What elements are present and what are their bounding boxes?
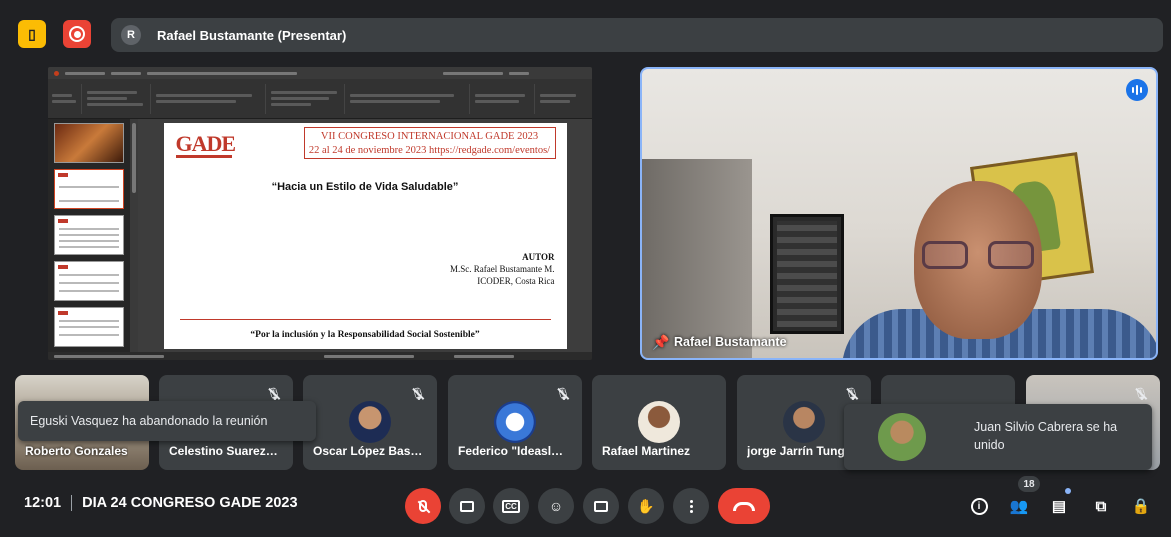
speaker-name-label: 📌 Rafael Bustamante [652,334,787,350]
congress-line-2: 22 al 24 de noviembre 2023 https://redga… [308,145,551,156]
slide-thumbnail[interactable] [54,307,124,347]
present-button[interactable] [583,488,619,524]
presenter-label: Rafael Bustamante (Presentar) [157,27,347,43]
pin-icon[interactable]: 📌 [652,334,669,350]
avatar [783,401,825,443]
ppt-body: GADE VII CONGRESO INTERNACIONAL GADE 202… [48,119,592,352]
shared-screen: GADE VII CONGRESO INTERNACIONAL GADE 202… [48,67,592,360]
ppt-ribbon [48,79,592,119]
slide-thumbnails [48,119,130,352]
chat-button[interactable]: ▤ [1047,494,1071,518]
gade-logo-underline [175,155,232,158]
chat-icon: ▤ [1051,498,1067,515]
gade-logo: GADE [175,131,237,156]
slide-thumbnail[interactable] [54,215,124,255]
participant-name: jorge Jarrín Tung [747,444,845,458]
author-name: M.Sc. Rafael Bustamante M. [450,264,555,274]
participant-name: Federico "Ideasl… [458,444,564,458]
hand-icon: ✋ [637,497,655,514]
present-screen-icon [594,500,608,512]
people-count-badge: 18 [1018,476,1040,492]
camera-toggle-button[interactable] [449,488,485,524]
record-icon[interactable] [63,20,91,48]
more-options-button[interactable] [673,488,709,524]
author-label: AUTOR [522,252,555,262]
raise-hand-button[interactable]: ✋ [628,488,664,524]
people-icon: 👥 [1009,498,1029,515]
meeting-title: DIA 24 CONGRESO GADE 2023 [82,495,298,511]
more-vert-icon [689,499,693,513]
mic-off-icon: 🎙 [555,387,571,401]
activities-icon: ⧉ [1095,497,1107,515]
avatar [349,401,391,443]
video-icon [460,500,474,512]
captions-icon: CC [502,499,520,513]
hang-up-icon [733,501,755,511]
wall-picture [770,214,844,334]
speaking-indicator-icon [1126,79,1148,101]
join-notification-text: Juan Silvio Cabrera se ha unido [974,420,1118,452]
presenter-banner: R Rafael Bustamante (Presentar) [111,18,1163,52]
participant-name: Celestino Suarez… [169,444,278,458]
meeting-info: 12:01 DIA 24 CONGRESO GADE 2023 [24,495,298,511]
participant-name: Roberto Gonzales [25,444,128,458]
current-slide: GADE VII CONGRESO INTERNACIONAL GADE 202… [163,123,567,349]
chat-notification-dot [1065,488,1071,494]
reactions-button[interactable]: ☺ [538,488,574,524]
join-notification: Juan Silvio Cabrera se ha unido [844,404,1152,470]
leave-notification: Eguski Vasquez ha abandonado la reunión [18,401,316,441]
participant-name: Rafael Martinez [602,444,691,458]
captions-button[interactable]: CC [493,488,529,524]
congress-line-1: VII CONGRESO INTERNACIONAL GADE 2023 [320,131,539,142]
mic-off-icon [419,500,427,512]
door-icon[interactable]: ▯ [18,20,46,48]
participant-tile[interactable]: 🎙 Oscar López Bas… [303,375,437,470]
leave-call-button[interactable] [718,488,770,524]
author-org: ICODER, Costa Rica [477,276,555,286]
speaker-video-tile[interactable]: 📌 Rafael Bustamante [640,67,1158,360]
ppt-titlebar [48,67,592,79]
mic-toggle-button[interactable] [405,488,441,524]
activities-button[interactable]: ⧉ [1089,494,1113,518]
avatar [638,401,680,443]
slide-canvas: GADE VII CONGRESO INTERNACIONAL GADE 202… [138,119,592,352]
bottom-bar: 12:01 DIA 24 CONGRESO GADE 2023 CC ☺ ✋ i… [0,480,1171,537]
ppt-statusbar [48,352,592,360]
author-block: AUTOR M.Sc. Rafael Bustamante M. ICODER,… [450,251,554,287]
participant-tile[interactable]: 🎙 Federico "Ideasl… [448,375,582,470]
congress-header: VII CONGRESO INTERNACIONAL GADE 2023 22 … [303,127,556,159]
lock-person-icon: 🔒 [1131,498,1151,515]
host-controls-button[interactable]: 🔒 [1129,494,1153,518]
thumbnail-scrollbar[interactable] [130,119,138,352]
participant-tile[interactable]: Rafael Martinez [592,375,726,470]
info-icon: i [970,497,988,515]
avatar [878,413,926,461]
slide-thumbnail[interactable] [54,123,124,163]
people-button[interactable]: 👥 [1007,494,1031,518]
clock: 12:01 [24,495,62,511]
avatar [494,401,536,443]
emoji-icon: ☺ [548,498,564,514]
top-bar: ▯ R Rafael Bustamante (Presentar) [8,18,1163,52]
mic-off-icon: 🎙 [844,387,860,401]
slide-title: “Hacia un Estilo de Vida Saludable” [271,181,459,193]
slide-thumbnail[interactable] [54,261,124,301]
mic-off-icon: 🎙 [1133,387,1149,401]
presenter-avatar: R [121,25,141,45]
slide-thumbnail[interactable] [54,169,124,209]
divider [71,495,73,511]
mic-off-icon: 🎙 [410,387,426,401]
slide-footer: “Por la inclusión y la Responsabilidad S… [250,330,480,340]
participant-name: Oscar López Bas… [313,444,423,458]
speaker-name: Rafael Bustamante [674,335,787,349]
meeting-details-button[interactable]: i [967,494,991,518]
slide-divider [179,319,551,320]
